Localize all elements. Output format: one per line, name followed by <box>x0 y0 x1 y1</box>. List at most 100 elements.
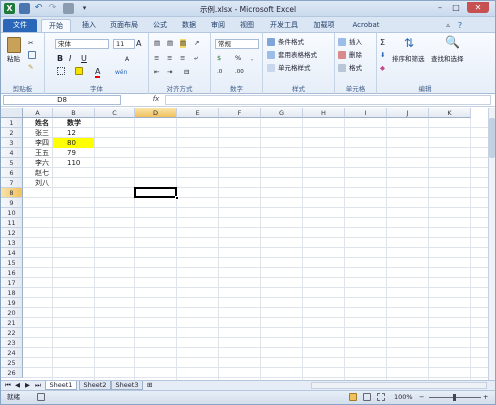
formula-input[interactable] <box>165 95 491 105</box>
column-header-a[interactable]: A <box>23 108 53 118</box>
cell-b2[interactable]: 12 <box>53 128 94 138</box>
ribbon-tab-9[interactable]: 加载项 <box>308 19 340 33</box>
ribbon-tab-1[interactable]: 开始 <box>41 19 71 33</box>
sheet-tab-sheet3[interactable]: Sheet3 <box>111 381 143 390</box>
vertical-scrollbar[interactable] <box>488 108 495 380</box>
cell-a5[interactable]: 李六 <box>23 158 52 168</box>
help-icon[interactable]: ? <box>453 20 467 31</box>
row-header-5[interactable]: 5 <box>1 158 23 168</box>
row-header-26[interactable]: 26 <box>1 368 23 378</box>
comma-button[interactable]: , <box>251 54 253 63</box>
row-header-15[interactable]: 15 <box>1 258 23 268</box>
row-header-13[interactable]: 13 <box>1 238 23 248</box>
cut-icon[interactable]: ✂ <box>28 39 33 48</box>
row-header-2[interactable]: 2 <box>1 128 23 138</box>
ribbon-tab-10[interactable]: Acrobat <box>344 19 388 33</box>
cell-a1[interactable]: 姓名 <box>23 118 52 128</box>
cell-a3[interactable]: 李四 <box>23 138 52 148</box>
name-box[interactable]: D8 <box>3 95 121 105</box>
ribbon-tab-3[interactable]: 页面布局 <box>104 19 144 33</box>
shrink-font-button[interactable]: A <box>125 55 129 64</box>
sheet-tab-sheet1[interactable]: Sheet1 <box>45 381 77 390</box>
row-header-8[interactable]: 8 <box>1 188 23 198</box>
zoom-in-button[interactable]: + <box>483 393 488 402</box>
font-color-button[interactable]: A <box>95 67 101 78</box>
font-size-select[interactable]: 11 <box>113 39 135 49</box>
row-header-23[interactable]: 23 <box>1 338 23 348</box>
cell-b4[interactable]: 79 <box>53 148 94 158</box>
increase-decimal-button[interactable]: .0 <box>217 68 222 77</box>
grow-font-button[interactable]: A <box>136 39 141 48</box>
format-cells-button[interactable]: 格式 <box>349 64 362 73</box>
close-button[interactable]: ✕ <box>467 2 489 13</box>
first-sheet-icon[interactable]: ⏮ <box>5 381 11 390</box>
scroll-thumb[interactable] <box>489 118 495 158</box>
ribbon-tab-5[interactable]: 数据 <box>176 19 202 33</box>
format-painter-icon[interactable]: ✎ <box>28 63 33 72</box>
column-header-f[interactable]: F <box>219 108 261 118</box>
row-header-24[interactable]: 24 <box>1 348 23 358</box>
row-header-17[interactable]: 17 <box>1 278 23 288</box>
ribbon-tab-4[interactable]: 公式 <box>147 19 173 33</box>
decrease-decimal-button[interactable]: .00 <box>235 68 244 77</box>
row-header-19[interactable]: 19 <box>1 298 23 308</box>
row-header-18[interactable]: 18 <box>1 288 23 298</box>
align-top-icon[interactable]: ▤ <box>154 39 160 48</box>
column-header-h[interactable]: H <box>303 108 345 118</box>
align-center-icon[interactable]: ≡ <box>167 54 172 63</box>
row-header-22[interactable]: 22 <box>1 328 23 338</box>
fill-handle[interactable] <box>175 196 179 200</box>
ribbon-tab-8[interactable]: 开发工具 <box>263 19 305 33</box>
cell-a2[interactable]: 张三 <box>23 128 52 138</box>
page-layout-view-icon[interactable] <box>363 393 371 402</box>
last-sheet-icon[interactable]: ⏭ <box>35 381 41 390</box>
minimize-button[interactable]: – <box>433 2 447 13</box>
maximize-button[interactable]: □ <box>449 2 463 13</box>
conditional-format-button[interactable]: 条件格式 <box>278 38 304 47</box>
row-header-7[interactable]: 7 <box>1 178 23 188</box>
fill-color-icon[interactable] <box>75 67 83 76</box>
text-orientation-icon[interactable]: ↗ <box>194 39 199 48</box>
column-header-i[interactable]: I <box>345 108 387 118</box>
column-header-d[interactable]: D <box>135 108 177 118</box>
row-header-12[interactable]: 12 <box>1 228 23 238</box>
row-header-6[interactable]: 6 <box>1 168 23 178</box>
cell-b5[interactable]: 110 <box>53 158 94 168</box>
insert-sheet-icon[interactable]: ⊞ <box>147 381 152 390</box>
cell-b3[interactable]: 80 <box>53 138 94 148</box>
row-header-1[interactable]: 1 <box>1 118 23 128</box>
delete-cells-button[interactable]: 删除 <box>349 51 362 60</box>
insert-function-button[interactable]: fx <box>149 95 163 105</box>
row-header-9[interactable]: 9 <box>1 198 23 208</box>
zoom-level[interactable]: 100% <box>394 393 413 402</box>
format-as-table-button[interactable]: 套用表格格式 <box>278 51 317 60</box>
cell-b1[interactable]: 数学 <box>53 118 94 128</box>
borders-icon[interactable] <box>57 67 65 76</box>
phonetic-button[interactable]: wén <box>115 68 127 77</box>
ribbon-minimize-icon[interactable]: ▵ <box>441 20 455 31</box>
cell-styles-button[interactable]: 单元格样式 <box>278 64 311 73</box>
page-break-view-icon[interactable] <box>377 393 385 402</box>
italic-button[interactable]: I <box>69 54 71 63</box>
align-middle-icon[interactable]: ▤ <box>167 39 173 48</box>
macro-record-icon[interactable] <box>37 393 45 402</box>
font-name-select[interactable]: 宋体 <box>55 39 109 49</box>
wrap-text-icon[interactable]: ⤶ <box>194 54 198 63</box>
cell-a7[interactable]: 刘八 <box>23 178 52 188</box>
number-format-select[interactable]: 常规 <box>215 39 259 49</box>
align-left-icon[interactable]: ≡ <box>154 54 159 63</box>
align-bottom-icon[interactable]: ▤ <box>180 39 187 48</box>
column-header-j[interactable]: J <box>387 108 429 118</box>
prev-sheet-icon[interactable]: ◀ <box>15 381 20 390</box>
sheet-tab-sheet2[interactable]: Sheet2 <box>79 381 111 390</box>
normal-view-icon[interactable] <box>349 393 357 402</box>
increase-indent-icon[interactable]: ⇥ <box>167 68 172 77</box>
zoom-out-button[interactable]: − <box>419 393 424 402</box>
row-header-10[interactable]: 10 <box>1 208 23 218</box>
cell-a4[interactable]: 王五 <box>23 148 52 158</box>
paste-button[interactable]: 粘贴 <box>7 37 21 67</box>
cell-a6[interactable]: 赵七 <box>23 168 52 178</box>
currency-button[interactable]: $ <box>217 54 221 63</box>
align-right-icon[interactable]: ≡ <box>180 54 185 63</box>
ribbon-tab-6[interactable]: 审阅 <box>205 19 231 33</box>
